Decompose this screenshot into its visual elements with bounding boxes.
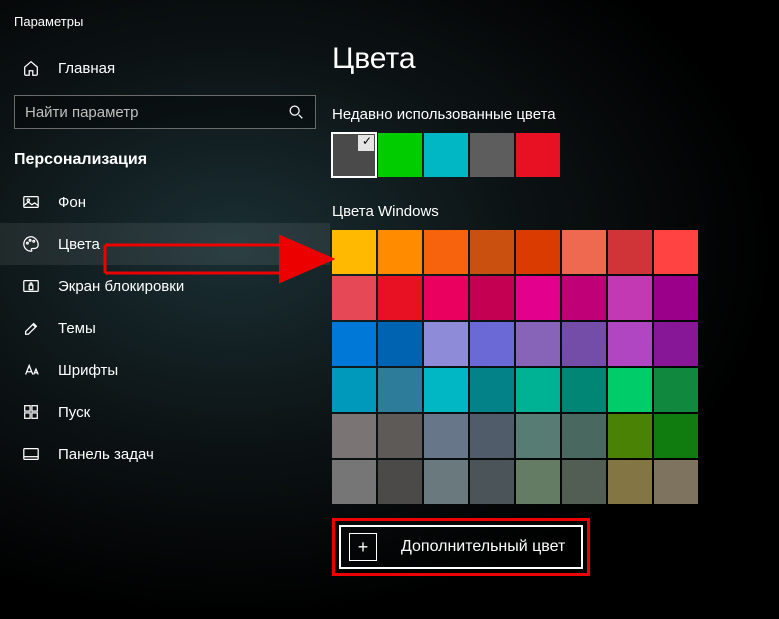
windows-color-swatch[interactable]: [608, 460, 652, 504]
windows-color-swatch[interactable]: [332, 414, 376, 458]
nav-lockscreen-label: Экран блокировки: [58, 278, 184, 295]
windows-color-swatch[interactable]: [378, 460, 422, 504]
custom-color-button[interactable]: + Дополнительный цвет: [339, 525, 583, 569]
windows-color-swatch[interactable]: [608, 368, 652, 412]
windows-color-swatch[interactable]: [654, 322, 698, 366]
lockscreen-icon: [22, 277, 40, 295]
windows-color-swatch[interactable]: [516, 460, 560, 504]
windows-color-swatch[interactable]: [562, 460, 606, 504]
windows-color-swatch[interactable]: [562, 230, 606, 274]
nav-fonts[interactable]: Шрифты: [0, 349, 330, 391]
nav-themes[interactable]: Темы: [0, 307, 330, 349]
nav-themes-label: Темы: [58, 320, 96, 337]
home-icon: [22, 59, 40, 77]
search-box[interactable]: [14, 95, 316, 129]
windows-color-swatch[interactable]: [378, 276, 422, 320]
recent-color-swatch[interactable]: [516, 133, 560, 177]
windows-color-swatch[interactable]: [608, 230, 652, 274]
windows-color-swatch[interactable]: [332, 368, 376, 412]
nav-home[interactable]: Главная: [0, 49, 330, 87]
app-title: Параметры: [0, 12, 330, 49]
windows-color-swatch[interactable]: [470, 414, 514, 458]
nav-colors-label: Цвета: [58, 236, 100, 253]
nav-start[interactable]: Пуск: [0, 391, 330, 433]
windows-color-swatch[interactable]: [562, 276, 606, 320]
recent-color-swatch[interactable]: [332, 133, 376, 177]
nav-taskbar[interactable]: Панель задач: [0, 433, 330, 475]
taskbar-icon: [22, 445, 40, 463]
windows-color-swatch[interactable]: [470, 460, 514, 504]
windows-color-swatch[interactable]: [332, 322, 376, 366]
windows-color-swatch[interactable]: [378, 230, 422, 274]
annotation-highlight-box: + Дополнительный цвет: [332, 518, 590, 576]
windows-color-swatch[interactable]: [424, 460, 468, 504]
search-icon: [287, 103, 305, 121]
windows-colors-heading: Цвета Windows: [332, 203, 779, 220]
custom-color-label: Дополнительный цвет: [401, 538, 565, 556]
themes-icon: [22, 319, 40, 337]
main-content: Цвета Недавно использованные цвета Цвета…: [330, 0, 779, 619]
windows-color-swatch[interactable]: [378, 368, 422, 412]
windows-color-swatch[interactable]: [470, 230, 514, 274]
windows-color-swatch[interactable]: [424, 322, 468, 366]
windows-color-swatch[interactable]: [516, 230, 560, 274]
recent-colors-row: [332, 133, 779, 177]
recent-colors-heading: Недавно использованные цвета: [332, 106, 779, 123]
windows-color-swatch[interactable]: [424, 414, 468, 458]
windows-color-swatch[interactable]: [562, 368, 606, 412]
nav-fonts-label: Шрифты: [58, 362, 118, 379]
windows-color-swatch[interactable]: [654, 276, 698, 320]
windows-color-swatch[interactable]: [562, 414, 606, 458]
start-icon: [22, 403, 40, 421]
windows-color-swatch[interactable]: [378, 322, 422, 366]
nav-background[interactable]: Фон: [0, 181, 330, 223]
windows-color-swatch[interactable]: [516, 322, 560, 366]
fonts-icon: [22, 361, 40, 379]
windows-color-swatch[interactable]: [608, 276, 652, 320]
nav-background-label: Фон: [58, 194, 86, 211]
nav-taskbar-label: Панель задач: [58, 446, 154, 463]
sidebar: Параметры Главная Персонализация Фон Цв: [0, 0, 330, 619]
windows-color-swatch[interactable]: [470, 276, 514, 320]
windows-color-swatch[interactable]: [332, 276, 376, 320]
windows-color-swatch[interactable]: [470, 368, 514, 412]
windows-color-swatch[interactable]: [654, 230, 698, 274]
nav-colors[interactable]: Цвета: [0, 223, 330, 265]
windows-color-swatch[interactable]: [562, 322, 606, 366]
windows-color-swatch[interactable]: [424, 230, 468, 274]
windows-color-swatch[interactable]: [516, 414, 560, 458]
nav-start-label: Пуск: [58, 404, 90, 421]
windows-color-swatch[interactable]: [470, 322, 514, 366]
recent-color-swatch[interactable]: [378, 133, 422, 177]
nav-home-label: Главная: [58, 60, 115, 77]
windows-color-swatch[interactable]: [516, 276, 560, 320]
windows-color-swatch[interactable]: [608, 414, 652, 458]
windows-color-swatch[interactable]: [378, 414, 422, 458]
section-heading: Персонализация: [0, 141, 330, 181]
windows-color-swatch[interactable]: [424, 368, 468, 412]
palette-icon: [22, 235, 40, 253]
windows-color-swatch[interactable]: [516, 368, 560, 412]
windows-color-swatch[interactable]: [654, 368, 698, 412]
windows-color-swatch[interactable]: [424, 276, 468, 320]
nav-lockscreen[interactable]: Экран блокировки: [0, 265, 330, 307]
windows-color-swatch[interactable]: [654, 414, 698, 458]
recent-color-swatch[interactable]: [424, 133, 468, 177]
windows-colors-grid: [332, 230, 779, 504]
plus-icon: +: [341, 525, 385, 569]
windows-color-swatch[interactable]: [608, 322, 652, 366]
windows-color-swatch[interactable]: [332, 230, 376, 274]
windows-color-swatch[interactable]: [332, 460, 376, 504]
windows-color-swatch[interactable]: [654, 460, 698, 504]
recent-color-swatch[interactable]: [470, 133, 514, 177]
page-title: Цвета: [332, 42, 779, 76]
picture-icon: [22, 193, 40, 211]
search-input[interactable]: [25, 104, 287, 121]
